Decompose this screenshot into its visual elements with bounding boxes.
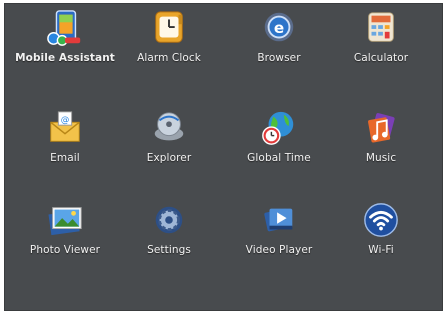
app-launcher-screen: Mobile Assistant Alarm Clock e Browser C… [4, 3, 443, 311]
photo-viewer-icon [45, 200, 85, 240]
app-label: Mobile Assistant [15, 52, 115, 64]
app-mobile-assistant[interactable]: Mobile Assistant [15, 8, 115, 78]
settings-icon [149, 200, 189, 240]
wifi-icon [361, 200, 401, 240]
mobile-assistant-icon [45, 8, 85, 48]
app-calculator[interactable]: Calculator [331, 8, 431, 78]
email-icon: @ [45, 108, 85, 148]
app-video-player[interactable]: Video Player [229, 200, 329, 270]
app-label: Browser [257, 52, 301, 64]
music-icon [361, 108, 401, 148]
app-label: Alarm Clock [137, 52, 201, 64]
app-explorer[interactable]: Explorer [119, 108, 219, 178]
app-label: Global Time [247, 152, 311, 164]
app-label: Explorer [146, 152, 192, 164]
app-label: Wi-Fi [368, 244, 394, 256]
app-label: Video Player [245, 244, 313, 256]
video-player-icon [259, 200, 299, 240]
app-alarm-clock[interactable]: Alarm Clock [119, 8, 219, 78]
app-browser[interactable]: e Browser [229, 8, 329, 78]
app-global-time[interactable]: Global Time [229, 108, 329, 178]
explorer-icon [149, 108, 189, 148]
alarm-clock-icon [149, 8, 189, 48]
app-label: Email [50, 152, 80, 164]
app-label: Settings [147, 244, 191, 256]
svg-text:e: e [274, 19, 284, 37]
calculator-icon [361, 8, 401, 48]
app-label: Photo Viewer [29, 244, 101, 256]
svg-text:@: @ [61, 115, 70, 125]
app-photo-viewer[interactable]: Photo Viewer [15, 200, 115, 270]
app-music[interactable]: Music [331, 108, 431, 178]
app-wifi[interactable]: Wi-Fi [331, 200, 431, 270]
app-label: Music [365, 152, 397, 164]
app-email[interactable]: @ Email [15, 108, 115, 178]
app-settings[interactable]: Settings [119, 200, 219, 270]
global-time-icon [259, 108, 299, 148]
browser-icon: e [259, 8, 299, 48]
app-label: Calculator [353, 52, 409, 64]
